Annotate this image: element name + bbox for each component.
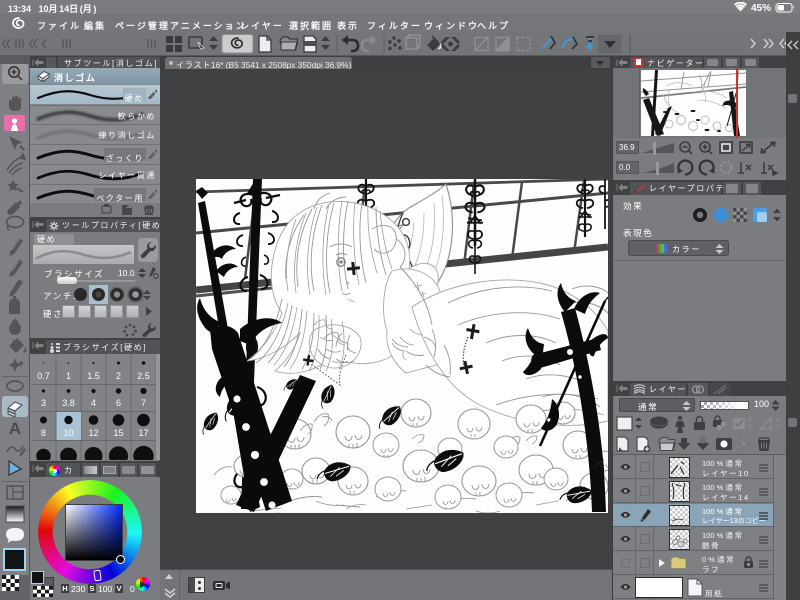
svg-text:12: 12 <box>88 428 98 438</box>
svg-text:0.7: 0.7 <box>37 371 50 381</box>
svg-text:8: 8 <box>41 428 46 438</box>
svg-text:7: 7 <box>141 398 146 408</box>
svg-text:15: 15 <box>113 428 123 438</box>
svg-text:2: 2 <box>116 371 121 381</box>
svg-text:1: 1 <box>66 371 71 381</box>
svg-text:3.8: 3.8 <box>62 398 75 408</box>
svg-text:17: 17 <box>138 428 148 438</box>
svg-text:10: 10 <box>63 428 73 438</box>
svg-text:6: 6 <box>116 398 121 408</box>
svg-text:3: 3 <box>41 398 46 408</box>
svg-text:A: A <box>9 419 21 438</box>
svg-text:1.5: 1.5 <box>87 371 100 381</box>
svg-text:4: 4 <box>91 398 96 408</box>
svg-text:45%: 45% <box>751 3 771 13</box>
svg-text:2.5: 2.5 <box>137 371 150 381</box>
